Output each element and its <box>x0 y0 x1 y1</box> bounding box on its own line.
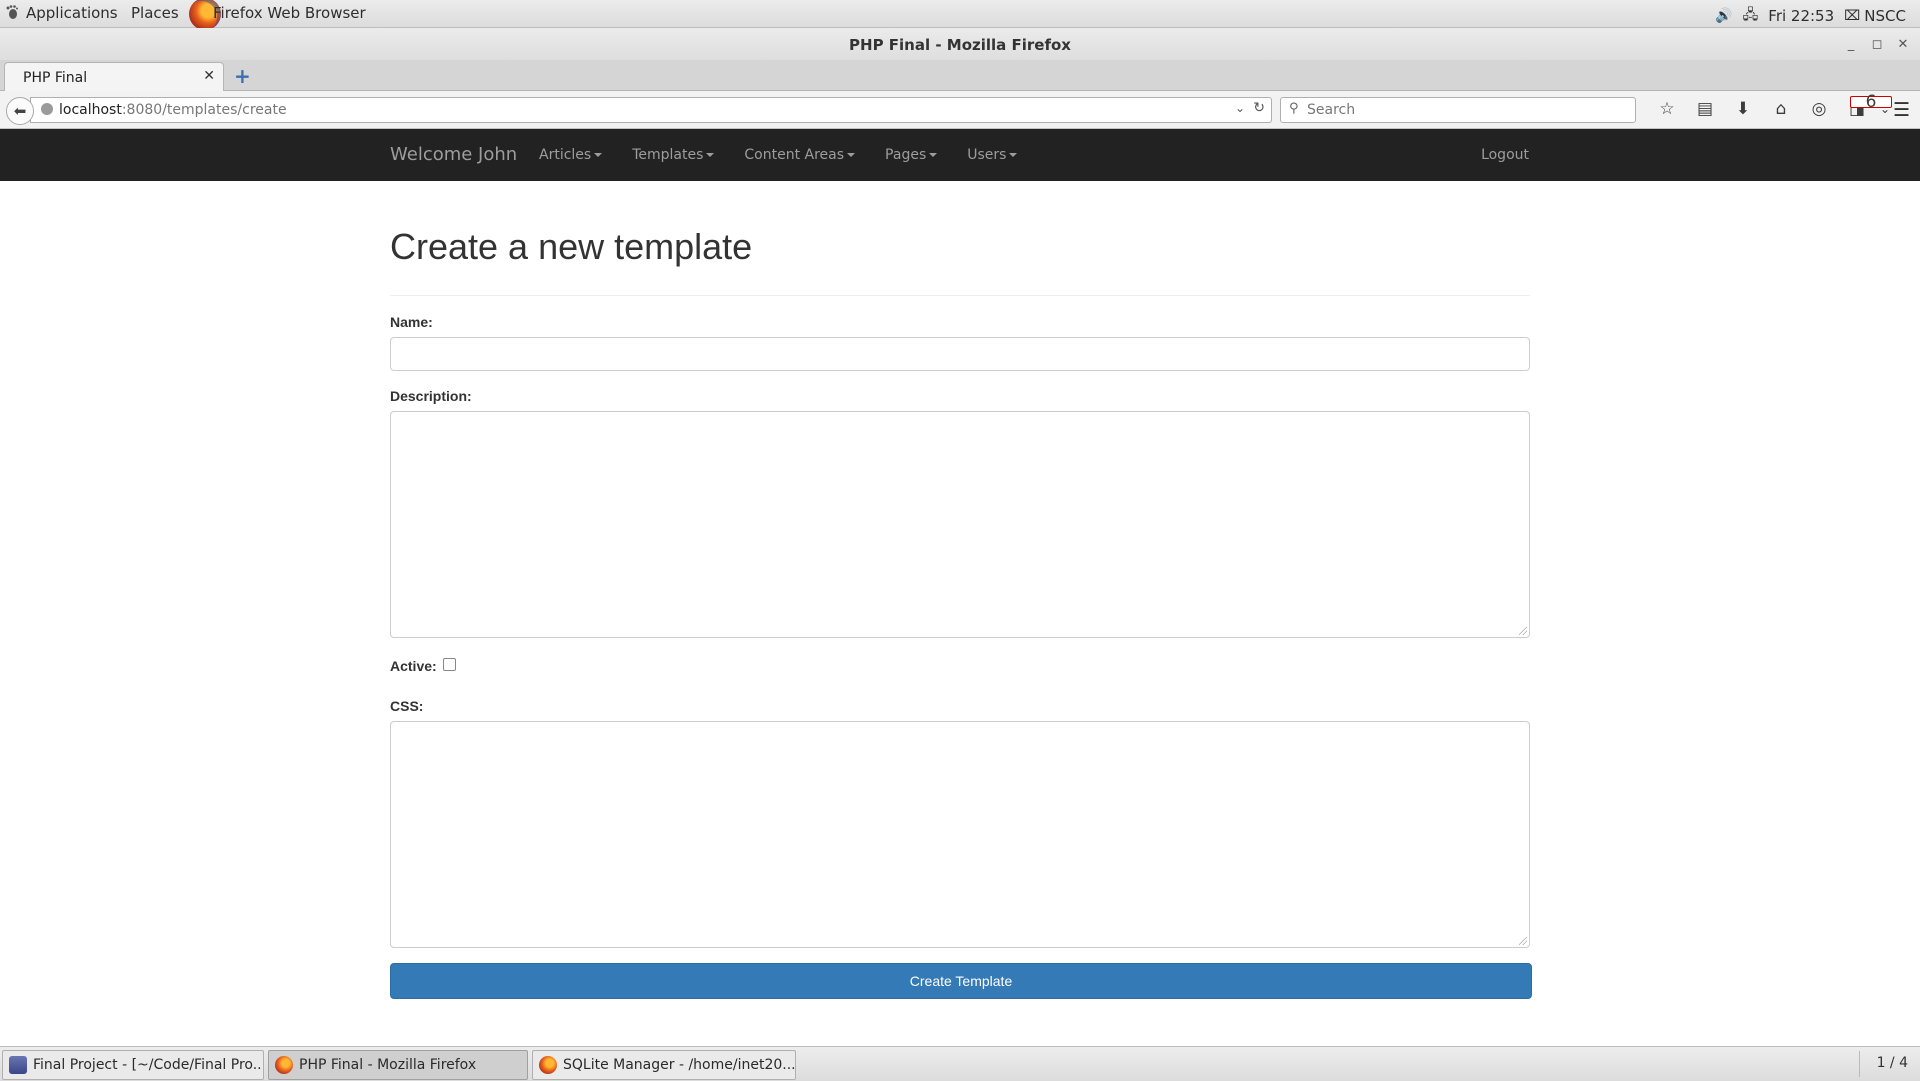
back-arrow-icon: ⬅ <box>13 102 27 120</box>
home-icon[interactable]: ⌂ <box>1762 99 1800 119</box>
active-checkbox[interactable] <box>443 658 456 671</box>
navbar-brand[interactable]: Welcome John <box>390 144 517 165</box>
active-label: Active: <box>390 658 437 674</box>
create-template-button[interactable]: Create Template <box>390 963 1532 999</box>
task-label: Final Project - [~/Code/Final Pro... <box>33 1057 264 1073</box>
taskbar-separator <box>1859 1051 1860 1077</box>
user-icon[interactable]: ⌧ <box>1844 8 1860 24</box>
search-icon: ⚲ <box>1289 101 1299 116</box>
tab-close-icon[interactable]: ✕ <box>203 68 215 84</box>
firefox-icon <box>275 1056 293 1074</box>
task-firefox-php-final[interactable]: PHP Final - Mozilla Firefox <box>268 1050 528 1080</box>
resize-grip-icon[interactable] <box>1519 627 1527 635</box>
menu-icon[interactable]: ☰ <box>1893 99 1910 121</box>
gnome-foot-icon <box>6 5 18 19</box>
nav-users-dropdown[interactable]: Users <box>967 147 1018 163</box>
url-history-dropdown-icon[interactable]: ⌄ <box>1235 101 1245 115</box>
nav-templates-dropdown[interactable]: Templates <box>632 147 715 163</box>
applications-menu[interactable]: Applications <box>26 4 118 22</box>
name-input[interactable] <box>390 337 1530 371</box>
star-icon[interactable]: ☆ <box>1648 99 1686 119</box>
volume-icon[interactable]: 🔊 <box>1715 8 1732 24</box>
phpstorm-icon <box>9 1056 27 1074</box>
caret-down-icon <box>847 153 856 157</box>
tab-label: PHP Final <box>23 70 88 86</box>
tab-php-final[interactable]: PHP Final ✕ <box>4 62 224 91</box>
search-input[interactable] <box>1305 99 1629 121</box>
bottom-taskbar: Final Project - [~/Code/Final Pro... PHP… <box>0 1046 1920 1081</box>
task-label: PHP Final - Mozilla Firefox <box>299 1057 477 1073</box>
workspace-indicator[interactable]: 1 / 4 <box>1877 1055 1908 1071</box>
clock[interactable]: Fri 22:53 <box>1768 7 1834 25</box>
caret-down-icon <box>1009 153 1018 157</box>
maximize-icon[interactable]: ◻ <box>1866 34 1888 54</box>
caret-down-icon <box>929 153 938 157</box>
close-icon[interactable]: ✕ <box>1892 34 1914 54</box>
task-sqlite-manager[interactable]: SQLite Manager - /home/inet20... <box>532 1050 796 1080</box>
download-icon[interactable]: ⬇ <box>1724 99 1762 119</box>
tab-strip: PHP Final ✕ + <box>0 60 1920 91</box>
search-bar[interactable]: ⚲ <box>1280 97 1636 123</box>
caret-down-icon <box>706 153 715 157</box>
reload-icon[interactable]: ↻ <box>1253 100 1265 116</box>
window-titlebar[interactable]: PHP Final - Mozilla Firefox _ ◻ ✕ <box>0 28 1920 61</box>
css-label: CSS: <box>390 698 424 714</box>
extension-icon[interactable]: ◨ 6 <box>1838 94 1892 119</box>
places-menu[interactable]: Places <box>131 4 179 22</box>
name-label: Name: <box>390 314 433 330</box>
title-divider <box>390 295 1530 296</box>
firefox-icon <box>539 1056 557 1074</box>
network-icon[interactable]: 🖧 <box>1743 4 1759 28</box>
pocket-icon[interactable]: ◎ <box>1800 99 1838 119</box>
caret-down-icon <box>594 153 603 157</box>
back-button[interactable]: ⬅ <box>6 97 34 125</box>
reading-list-icon[interactable]: ▤ <box>1686 99 1724 119</box>
css-textarea[interactable] <box>390 721 1530 948</box>
description-textarea[interactable] <box>390 411 1530 638</box>
gnome-top-panel: Applications Places Firefox Web Browser … <box>0 0 1920 30</box>
task-phpstorm[interactable]: Final Project - [~/Code/Final Pro... <box>2 1050 264 1080</box>
minimize-icon[interactable]: _ <box>1840 34 1862 54</box>
task-label: SQLite Manager - /home/inet20... <box>563 1057 796 1073</box>
extension-badge: 6 <box>1850 94 1892 111</box>
page-content: Create a new template Name: Description:… <box>390 181 1532 999</box>
url-text[interactable]: localhost:8080/templates/create <box>59 102 287 118</box>
nav-pages-dropdown[interactable]: Pages <box>885 147 938 163</box>
url-bar[interactable]: localhost:8080/templates/create ⌄ ↻ <box>30 97 1272 123</box>
browser-toolbar: localhost:8080/templates/create ⌄ ↻ ⬅ ⚲ … <box>0 91 1920 129</box>
resize-grip-icon[interactable] <box>1519 937 1527 945</box>
nav-content-areas-dropdown[interactable]: Content Areas <box>744 147 856 163</box>
description-label: Description: <box>390 388 472 404</box>
page-title: Create a new template <box>390 226 753 267</box>
active-app-menu[interactable]: Firefox Web Browser <box>213 4 366 22</box>
site-info-icon[interactable] <box>41 103 53 115</box>
site-navbar: Welcome John Articles Templates Content … <box>0 129 1920 181</box>
nav-articles-dropdown[interactable]: Articles <box>539 147 603 163</box>
logout-link[interactable]: Logout <box>1481 147 1529 163</box>
user-menu[interactable]: NSCC <box>1864 7 1906 25</box>
new-tab-icon[interactable]: + <box>234 64 251 88</box>
window-title: PHP Final - Mozilla Firefox <box>849 36 1071 54</box>
